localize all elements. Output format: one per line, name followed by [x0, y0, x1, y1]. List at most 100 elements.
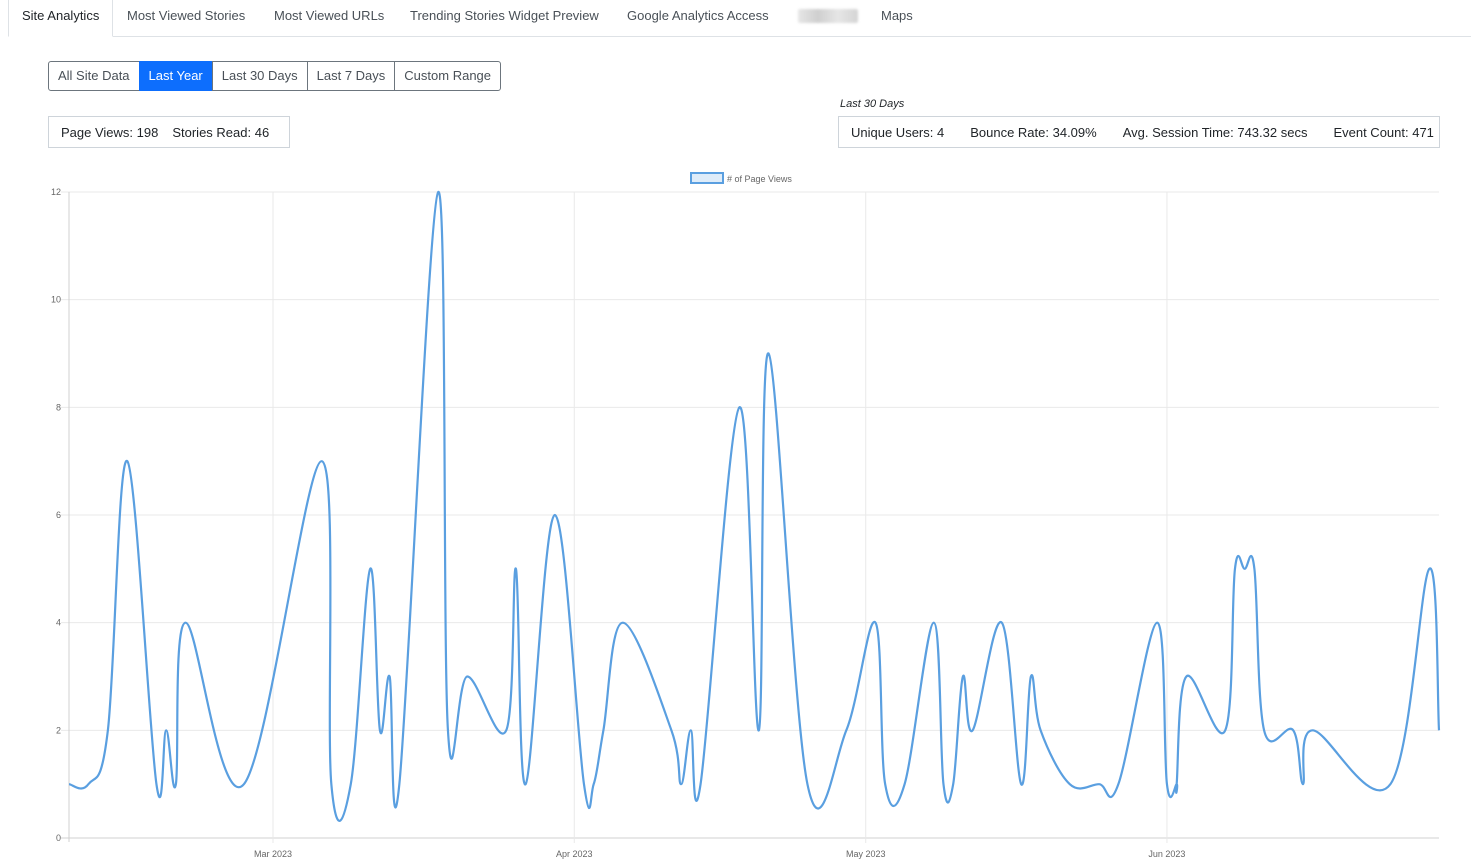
data-point	[1291, 728, 1295, 732]
analytics-stats-box: Unique Users: 4 Bounce Rate: 34.09% Avg.…	[838, 116, 1440, 148]
data-point	[436, 190, 440, 194]
data-point	[1097, 782, 1101, 786]
data-point	[941, 782, 945, 786]
data-point	[1175, 782, 1179, 786]
data-point	[514, 567, 518, 571]
data-point	[1427, 567, 1431, 571]
data-point	[1155, 621, 1159, 625]
data-point	[1068, 782, 1072, 786]
data-point	[1233, 567, 1237, 571]
data-point	[1243, 567, 1247, 571]
y-tick-label: 8	[56, 402, 61, 412]
tab-site-analytics[interactable]: Site Analytics	[8, 0, 114, 37]
y-tick-label: 10	[51, 295, 61, 305]
tab-google-analytics-access[interactable]: Google Analytics Access	[627, 0, 769, 36]
data-point	[1029, 675, 1033, 679]
legend-label: # of Page Views	[727, 174, 792, 184]
data-point	[67, 782, 71, 786]
tab-maps[interactable]: Maps	[881, 0, 913, 36]
chart-legend[interactable]: # of Page Views	[690, 172, 792, 184]
data-point	[883, 782, 887, 786]
data-point	[446, 728, 450, 732]
data-point	[524, 782, 528, 786]
data-point	[903, 782, 907, 786]
x-tick-label: Apr 2023	[556, 849, 593, 859]
tab-most-viewed-urls[interactable]: Most Viewed URLs	[274, 0, 384, 36]
data-point	[1165, 782, 1169, 786]
y-tick-label: 6	[56, 510, 61, 520]
data-point	[397, 782, 401, 786]
data-point	[1223, 728, 1227, 732]
tab-bar: Site Analytics Most Viewed Stories Most …	[8, 0, 1471, 37]
x-tick-label: May 2023	[846, 849, 886, 859]
data-point	[154, 782, 158, 786]
y-tick-label: 12	[51, 187, 61, 197]
data-point	[621, 621, 625, 625]
data-point	[1301, 782, 1305, 786]
data-point	[1000, 621, 1004, 625]
data-point	[1252, 567, 1256, 571]
data-point	[378, 728, 382, 732]
data-point	[679, 782, 683, 786]
tab-redacted[interactable]	[798, 9, 858, 23]
y-axis-ticks: 0 2 4 6 8 10 12	[51, 187, 61, 843]
stories-read-stat: Stories Read: 46	[172, 124, 270, 140]
data-point	[1184, 675, 1188, 679]
last-7-days-button[interactable]: Last 7 Days	[306, 61, 396, 91]
data-point	[388, 675, 392, 679]
data-point	[1039, 728, 1043, 732]
data-point	[329, 782, 333, 786]
data-point	[689, 728, 693, 732]
data-point	[932, 621, 936, 625]
all-site-data-button[interactable]: All Site Data	[48, 61, 140, 91]
data-point	[320, 459, 324, 463]
data-point	[737, 405, 741, 409]
data-point	[1019, 782, 1023, 786]
data-point	[1116, 782, 1120, 786]
event-count-stat: Event Count: 471	[1333, 124, 1434, 140]
data-point	[582, 782, 586, 786]
data-point	[349, 782, 353, 786]
last-30-days-button[interactable]: Last 30 Days	[211, 61, 308, 91]
data-point	[184, 621, 188, 625]
data-point	[1388, 782, 1392, 786]
data-point	[961, 675, 965, 679]
data-point	[164, 728, 168, 732]
data-point	[174, 782, 178, 786]
page-views-line-chart: # of Page Views 0 2 4 6 8 10 12 Mar 2023 Apr 20…	[51, 172, 1441, 859]
data-point	[1311, 728, 1315, 732]
data-point	[1262, 728, 1266, 732]
data-point	[601, 728, 605, 732]
data-point	[242, 782, 246, 786]
data-point	[757, 728, 761, 732]
x-tick-label: Jun 2023	[1148, 849, 1185, 859]
data-point	[971, 728, 975, 732]
tab-trending-stories-widget-preview[interactable]: Trending Stories Widget Preview	[410, 0, 599, 36]
date-range-button-group: All Site Data Last Year Last 30 Days Las…	[48, 61, 502, 91]
bounce-rate-stat: Bounce Rate: 34.09%	[970, 124, 1097, 140]
unique-users-stat: Unique Users: 4	[851, 124, 945, 140]
data-point	[844, 728, 848, 732]
last-year-button[interactable]: Last Year	[138, 61, 213, 91]
data-point	[465, 675, 469, 679]
data-point	[553, 513, 557, 517]
last-30-days-caption: Last 30 Days	[840, 98, 905, 110]
y-tick-label: 2	[56, 725, 61, 735]
x-axis-ticks: Mar 2023 Apr 2023 May 2023 Jun 2023	[254, 849, 1185, 859]
page-views-series-line	[68, 190, 1441, 822]
site-stats-box: Page Views: 198 Stories Read: 46	[48, 116, 290, 148]
data-point	[1437, 728, 1441, 732]
data-point	[951, 782, 955, 786]
tab-most-viewed-stories[interactable]: Most Viewed Stories	[127, 0, 245, 36]
legend-swatch	[690, 172, 724, 184]
custom-range-button[interactable]: Custom Range	[394, 61, 502, 91]
data-point	[669, 728, 673, 732]
data-point	[699, 782, 703, 786]
y-tick-label: 0	[56, 833, 61, 843]
data-point	[873, 621, 877, 625]
y-tick-label: 4	[56, 618, 61, 628]
data-point	[504, 728, 508, 732]
data-point	[106, 728, 110, 732]
avg-session-time-stat: Avg. Session Time: 743.32 secs	[1122, 124, 1308, 140]
data-point	[368, 567, 372, 571]
